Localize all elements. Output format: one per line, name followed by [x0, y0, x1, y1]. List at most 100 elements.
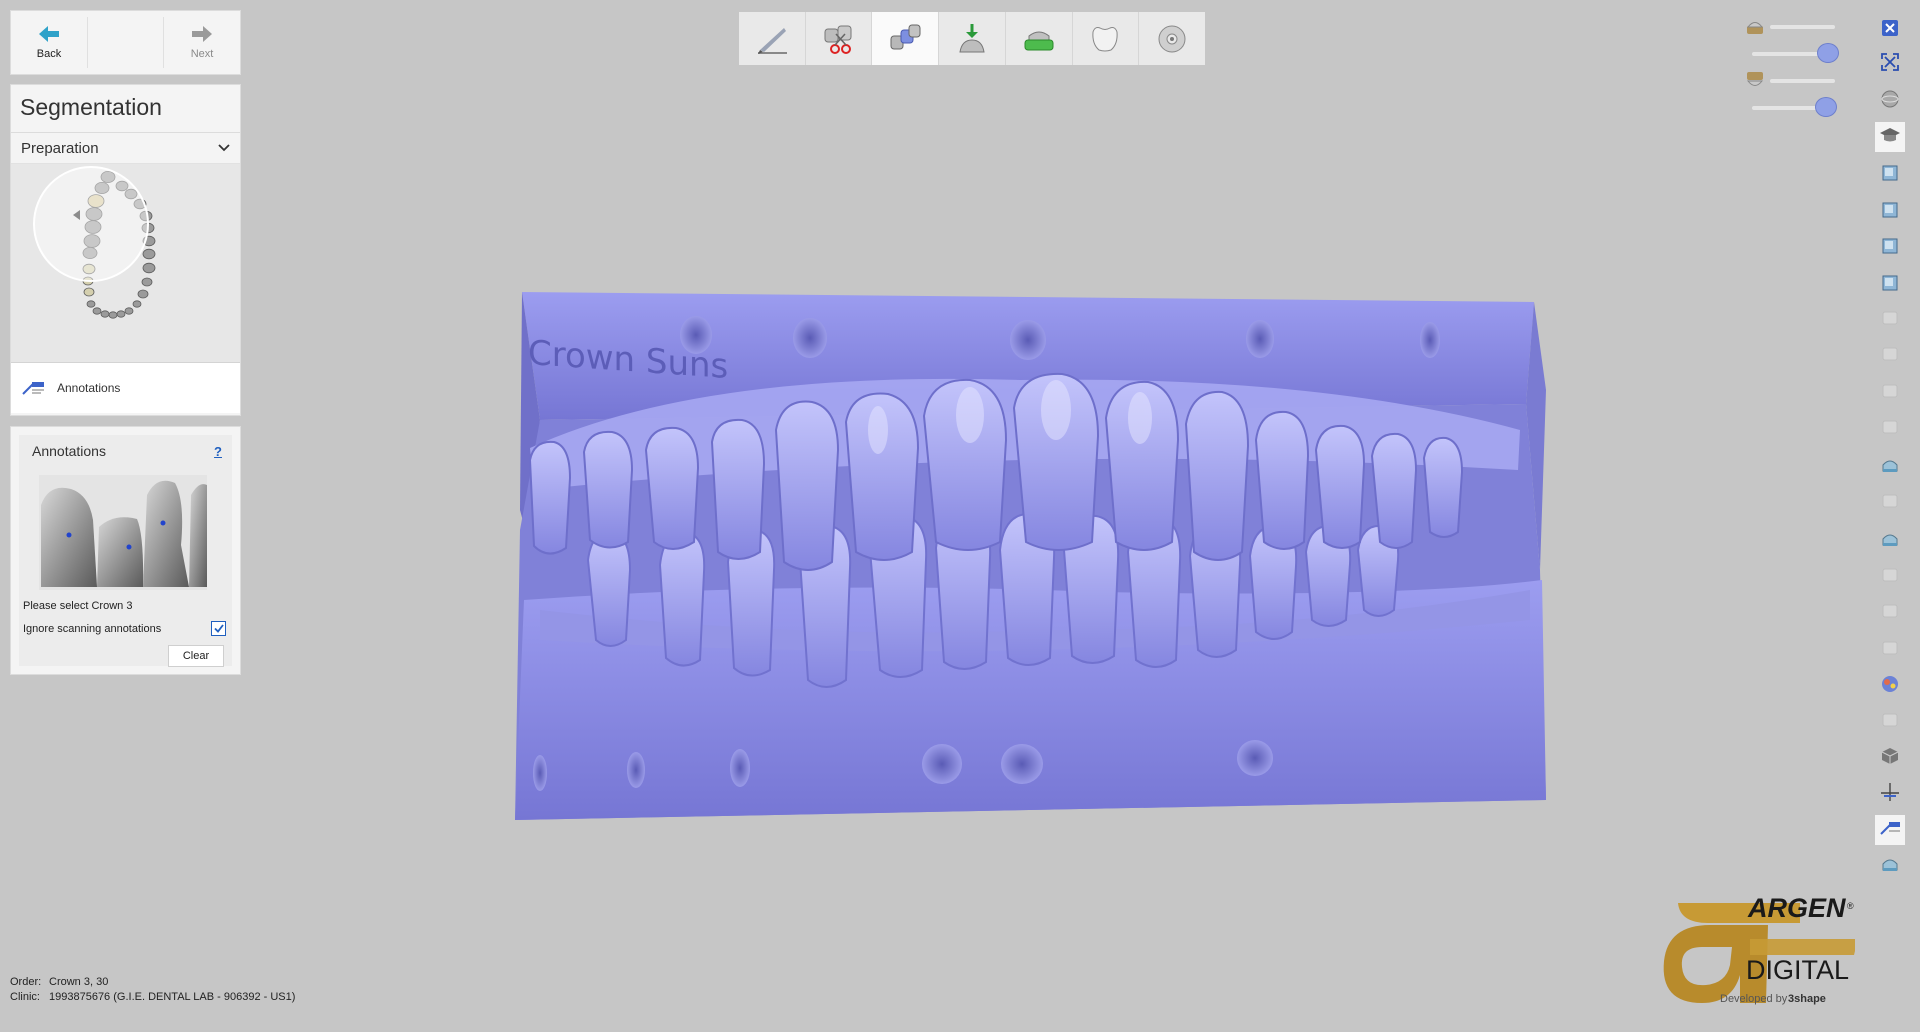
- cube-button[interactable]: [1875, 743, 1905, 773]
- warning-icon: [1880, 601, 1900, 626]
- lower-jaw-icon: [1746, 72, 1764, 86]
- tooth[interactable]: [132, 300, 142, 308]
- step-crown[interactable]: [1073, 12, 1140, 65]
- tooth[interactable]: [108, 311, 118, 319]
- annotation-tool-button[interactable]: [1875, 815, 1905, 845]
- view-rotate-button[interactable]: [1875, 86, 1905, 116]
- section-button[interactable]: [1875, 488, 1905, 518]
- back-label: Back: [36, 48, 62, 60]
- view-rotate-icon: [1880, 89, 1900, 114]
- tooth[interactable]: [142, 262, 156, 274]
- color-map-icon: [1880, 674, 1900, 699]
- view-left-button[interactable]: [1875, 197, 1905, 227]
- dropdown-value: Preparation: [21, 139, 99, 157]
- dental-arch-diagram[interactable]: [11, 164, 240, 362]
- step-pen[interactable]: [739, 12, 806, 65]
- color-map-button[interactable]: [1875, 671, 1905, 701]
- crosshair-button[interactable]: [1875, 779, 1905, 809]
- annotation-preview-image: [39, 475, 207, 590]
- preparation-dropdown[interactable]: Preparation: [11, 133, 240, 164]
- upper-model-icon: [1880, 455, 1900, 480]
- view-front-icon: [1880, 163, 1900, 188]
- logo-registered: ®: [1847, 901, 1854, 911]
- view-front-button[interactable]: [1875, 160, 1905, 190]
- upper-opacity-slider-1[interactable]: [1770, 25, 1835, 29]
- annotation-tool-icon: [1879, 820, 1901, 841]
- fit-to-screen-button[interactable]: [1875, 49, 1905, 79]
- workflow-toolbar: [739, 12, 1205, 65]
- lower-model-button[interactable]: [1875, 526, 1905, 556]
- order-line: Order: Crown 3, 30: [10, 975, 295, 990]
- step-import[interactable]: [939, 12, 1006, 65]
- graduation-cap-button[interactable]: [1875, 122, 1905, 152]
- crosshair-icon: [1880, 782, 1900, 807]
- annotation-icon: [22, 382, 44, 395]
- ghost-button[interactable]: [1875, 707, 1905, 737]
- tooth[interactable]: [83, 287, 95, 297]
- step-cut[interactable]: [806, 12, 873, 65]
- tooth[interactable]: [86, 300, 96, 308]
- gum-icon: [1880, 565, 1900, 590]
- tooth[interactable]: [116, 310, 126, 318]
- checkmark-icon: [213, 624, 224, 633]
- help-link[interactable]: ?: [214, 444, 222, 459]
- close-button[interactable]: [1875, 15, 1905, 45]
- upper-model-button[interactable]: [1875, 452, 1905, 482]
- annotations-row[interactable]: Annotations: [11, 363, 240, 413]
- step-model-base[interactable]: [1006, 12, 1073, 65]
- next-button[interactable]: Next: [164, 11, 240, 74]
- upper-jaw-icon: [1746, 22, 1764, 34]
- step-segmentation[interactable]: [872, 12, 940, 65]
- gum-button[interactable]: [1875, 562, 1905, 592]
- tooth-chart[interactable]: [11, 164, 240, 363]
- logo-tagline-brand: 3shape: [1788, 993, 1826, 1005]
- logo-brand-top: ARGEN: [1747, 895, 1846, 923]
- graduation-cap-icon: [1879, 126, 1901, 149]
- back-arrow-icon: [39, 26, 59, 42]
- clear-button[interactable]: Clear: [168, 645, 224, 667]
- annotations-label: Annotations: [57, 381, 121, 395]
- view-right-button[interactable]: [1875, 233, 1905, 263]
- checkbox-label: Ignore scanning annotations: [23, 622, 162, 635]
- grid-button[interactable]: [1875, 635, 1905, 665]
- ignore-annotations-checkbox[interactable]: [211, 621, 226, 636]
- tooth[interactable]: [124, 307, 134, 315]
- tooth[interactable]: [141, 277, 153, 287]
- lower-opacity-slider-1[interactable]: [1770, 79, 1835, 83]
- chevron-down-icon: [218, 144, 230, 152]
- lower-model-icon: [1880, 529, 1900, 554]
- navigation-box: Back Next: [10, 10, 241, 75]
- view-top-button[interactable]: [1875, 270, 1905, 300]
- back-button[interactable]: Back: [11, 11, 87, 74]
- scan-button[interactable]: [1875, 851, 1905, 881]
- transparency-button[interactable]: [1875, 414, 1905, 444]
- segmentation-panel: Segmentation Preparation Annotations: [10, 84, 241, 416]
- 3d-model-viewport[interactable]: Crown Suns: [500, 280, 1560, 820]
- zoom-icon: [1880, 381, 1900, 406]
- section-icon: [1880, 491, 1900, 516]
- clinic-value: 1993875676 (G.I.E. DENTAL LAB - 906392 -…: [49, 991, 296, 1003]
- tooth[interactable]: [92, 307, 102, 315]
- step-disc[interactable]: [1139, 12, 1205, 65]
- zoom-button[interactable]: [1875, 378, 1905, 408]
- logo-brand-bottom: DIGITAL: [1746, 955, 1849, 985]
- grid-icon: [1880, 638, 1900, 663]
- tooth[interactable]: [142, 248, 156, 260]
- annotation-message: Please select Crown 3: [23, 600, 133, 612]
- cut-scissors-icon: [824, 25, 852, 54]
- logo-tagline: Developed by: [1720, 993, 1788, 1005]
- model-base-icon: [1024, 31, 1054, 50]
- lower-opacity-knob[interactable]: [1815, 97, 1837, 117]
- import-icon: [959, 23, 985, 52]
- tooth[interactable]: [100, 310, 110, 318]
- next-arrow-icon: [192, 26, 212, 42]
- upper-opacity-knob[interactable]: [1817, 43, 1839, 63]
- annotations-header: Annotations ?: [19, 435, 232, 459]
- order-value: Crown 3, 30: [49, 976, 109, 988]
- tooth[interactable]: [137, 289, 149, 299]
- measure-button[interactable]: [1875, 305, 1905, 335]
- annotations-panel: Annotations ? Please select Crown 3 Igno…: [10, 426, 241, 675]
- edit-button[interactable]: [1875, 341, 1905, 371]
- warning-button[interactable]: [1875, 598, 1905, 628]
